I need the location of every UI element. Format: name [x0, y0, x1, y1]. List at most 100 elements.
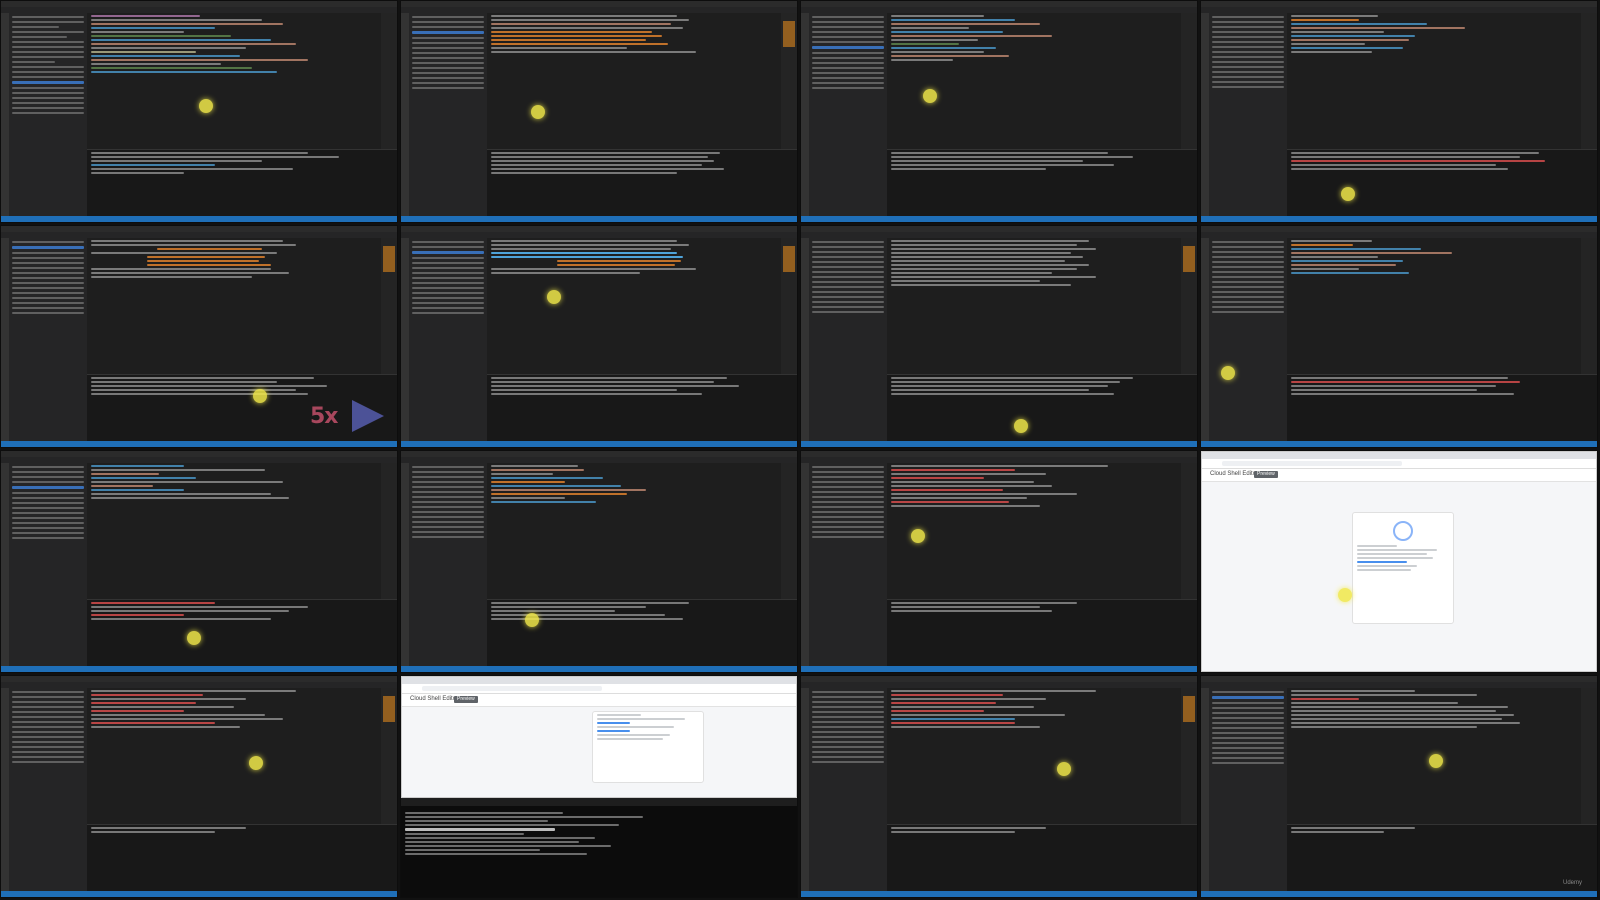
minimap[interactable]	[1181, 13, 1197, 150]
minimap[interactable]	[381, 463, 397, 600]
editor-tile-6[interactable]	[400, 225, 798, 448]
terminal-panel[interactable]	[887, 824, 1197, 891]
file-explorer[interactable]	[9, 463, 87, 666]
minimap[interactable]	[781, 463, 797, 600]
browser-tab-strip[interactable]	[402, 677, 796, 684]
code-editor[interactable]	[487, 13, 797, 150]
code-editor[interactable]	[87, 13, 397, 150]
browser-tile-cloud-shell[interactable]: Cloud Shell Editor Preview	[1200, 450, 1598, 673]
terminal-panel[interactable]	[887, 149, 1197, 216]
terminal-panel[interactable]	[1287, 374, 1597, 441]
browser-tab-strip[interactable]	[1202, 452, 1596, 459]
code-editor[interactable]	[487, 238, 797, 375]
terminal-window[interactable]	[401, 806, 797, 897]
minimap[interactable]	[1181, 688, 1197, 825]
terminal-panel[interactable]	[1287, 824, 1597, 891]
code-editor[interactable]	[887, 238, 1197, 375]
editor-tile-4[interactable]	[1200, 0, 1598, 223]
file-explorer[interactable]	[409, 238, 487, 441]
minimap[interactable]	[781, 238, 797, 375]
code-editor[interactable]	[87, 688, 397, 825]
status-bar	[1, 666, 397, 672]
terminal-panel[interactable]	[87, 824, 397, 891]
activity-bar[interactable]	[1, 463, 9, 666]
activity-bar[interactable]	[1201, 238, 1209, 441]
terminal-panel[interactable]	[1287, 149, 1597, 216]
file-explorer[interactable]	[9, 238, 87, 441]
editor-tile-15[interactable]	[800, 675, 1198, 898]
activity-bar[interactable]	[1201, 688, 1209, 891]
editor-tile-10[interactable]	[400, 450, 798, 673]
address-bar[interactable]	[402, 684, 796, 694]
minimap[interactable]	[381, 688, 397, 825]
status-bar	[1201, 441, 1597, 447]
status-bar	[401, 666, 797, 672]
minimap[interactable]	[1581, 688, 1597, 825]
code-editor[interactable]	[887, 13, 1197, 150]
activity-bar[interactable]	[801, 13, 809, 216]
browser-window[interactable]: Cloud Shell Editor Preview	[401, 676, 797, 798]
mouse-cursor-highlight	[547, 290, 561, 304]
file-explorer[interactable]	[9, 688, 87, 891]
speed-label: 5x	[310, 404, 338, 429]
terminal-panel[interactable]	[487, 149, 797, 216]
editor-tile-11[interactable]	[800, 450, 1198, 673]
dialog-card[interactable]	[1352, 512, 1454, 624]
editor-tile-5[interactable]: 5x	[0, 225, 398, 448]
terminal-panel[interactable]	[87, 149, 397, 216]
code-editor[interactable]	[487, 463, 797, 600]
activity-bar[interactable]	[1, 238, 9, 441]
terminal-panel[interactable]	[887, 599, 1197, 666]
activity-bar[interactable]	[1201, 13, 1209, 216]
browser-window[interactable]: Cloud Shell Editor Preview	[1201, 451, 1597, 672]
file-explorer[interactable]	[409, 13, 487, 216]
activity-bar[interactable]	[401, 13, 409, 216]
editor-tile-9[interactable]	[0, 450, 398, 673]
minimap[interactable]	[1181, 238, 1197, 375]
address-bar[interactable]	[1202, 459, 1596, 469]
terminal-panel[interactable]	[87, 599, 397, 666]
terminal-panel[interactable]	[887, 374, 1197, 441]
file-explorer[interactable]	[1209, 688, 1287, 891]
browser-terminal-tile[interactable]: Cloud Shell Editor Preview	[400, 675, 798, 898]
activity-bar[interactable]	[401, 463, 409, 666]
minimap[interactable]	[1581, 238, 1597, 375]
activity-bar[interactable]	[801, 463, 809, 666]
terminal-panel[interactable]	[487, 374, 797, 441]
code-editor[interactable]	[1287, 13, 1597, 150]
file-explorer[interactable]	[809, 13, 887, 216]
activity-bar[interactable]	[1, 13, 9, 216]
walkthrough-card[interactable]	[592, 711, 704, 783]
code-editor[interactable]	[887, 463, 1197, 600]
file-explorer[interactable]	[9, 13, 87, 216]
minimap[interactable]	[781, 13, 797, 150]
code-editor[interactable]	[887, 688, 1197, 825]
activity-bar[interactable]	[1, 688, 9, 891]
status-bar	[1, 441, 397, 447]
activity-bar[interactable]	[801, 688, 809, 891]
activity-bar[interactable]	[401, 238, 409, 441]
code-editor[interactable]	[1287, 238, 1597, 375]
editor-tile-13[interactable]	[0, 675, 398, 898]
editor-tile-1[interactable]	[0, 0, 398, 223]
editor-tile-7[interactable]	[800, 225, 1198, 448]
code-editor[interactable]	[87, 238, 397, 375]
cloud-shell-title: Cloud Shell Editor	[1210, 471, 1259, 477]
editor-tile-2[interactable]	[400, 0, 798, 223]
file-explorer[interactable]	[809, 688, 887, 891]
activity-bar[interactable]	[801, 238, 809, 441]
terminal-panel[interactable]	[487, 599, 797, 666]
editor-tile-3[interactable]	[800, 0, 1198, 223]
editor-tile-16[interactable]	[1200, 675, 1598, 898]
code-editor[interactable]	[87, 463, 397, 600]
file-explorer[interactable]	[1209, 238, 1287, 441]
file-explorer[interactable]	[809, 463, 887, 666]
editor-tile-8[interactable]	[1200, 225, 1598, 448]
file-explorer[interactable]	[809, 238, 887, 441]
minimap[interactable]	[1181, 463, 1197, 600]
minimap[interactable]	[381, 13, 397, 150]
file-explorer[interactable]	[409, 463, 487, 666]
minimap[interactable]	[381, 238, 397, 375]
minimap[interactable]	[1581, 13, 1597, 150]
file-explorer[interactable]	[1209, 13, 1287, 216]
